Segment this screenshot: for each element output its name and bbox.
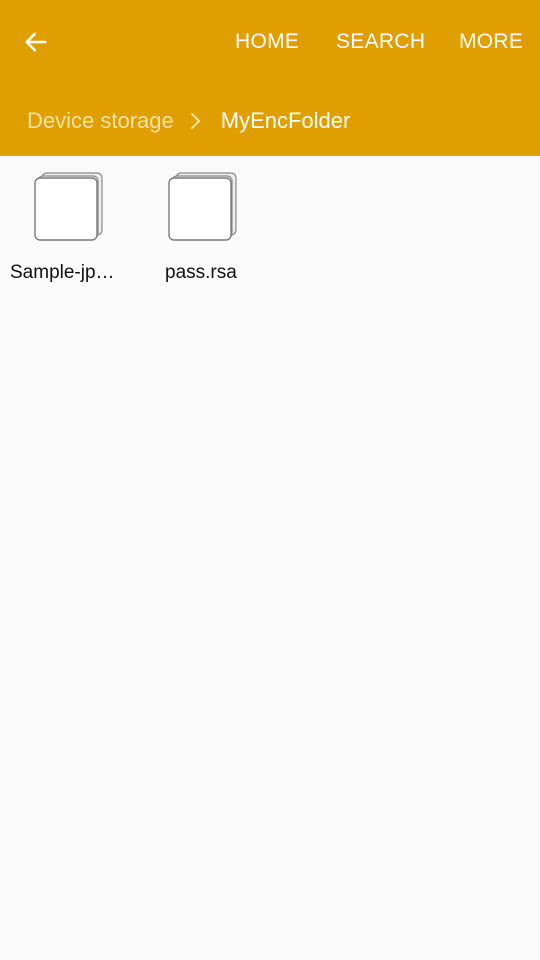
- arrow-left-icon: [25, 32, 47, 52]
- breadcrumb-parent[interactable]: Device storage: [27, 108, 174, 134]
- chevron-right-icon: [189, 111, 205, 131]
- file-item[interactable]: Sample-jpg…: [8, 172, 128, 283]
- breadcrumb: Device storage MyEncFolder: [27, 106, 350, 136]
- toolbar: HOME SEARCH MORE: [0, 0, 540, 84]
- app-header: HOME SEARCH MORE Device storage MyEncFol…: [0, 0, 540, 156]
- breadcrumb-current: MyEncFolder: [220, 108, 351, 133]
- file-item[interactable]: pass.rsa: [142, 172, 262, 283]
- home-button[interactable]: HOME: [235, 30, 299, 54]
- file-name: pass.rsa: [165, 262, 237, 283]
- more-button[interactable]: MORE: [459, 30, 523, 54]
- file-icon: [34, 172, 104, 242]
- search-button[interactable]: SEARCH: [336, 30, 425, 54]
- file-name: Sample-jpg…: [10, 262, 124, 283]
- file-icon: [168, 172, 238, 242]
- back-button[interactable]: [14, 20, 58, 64]
